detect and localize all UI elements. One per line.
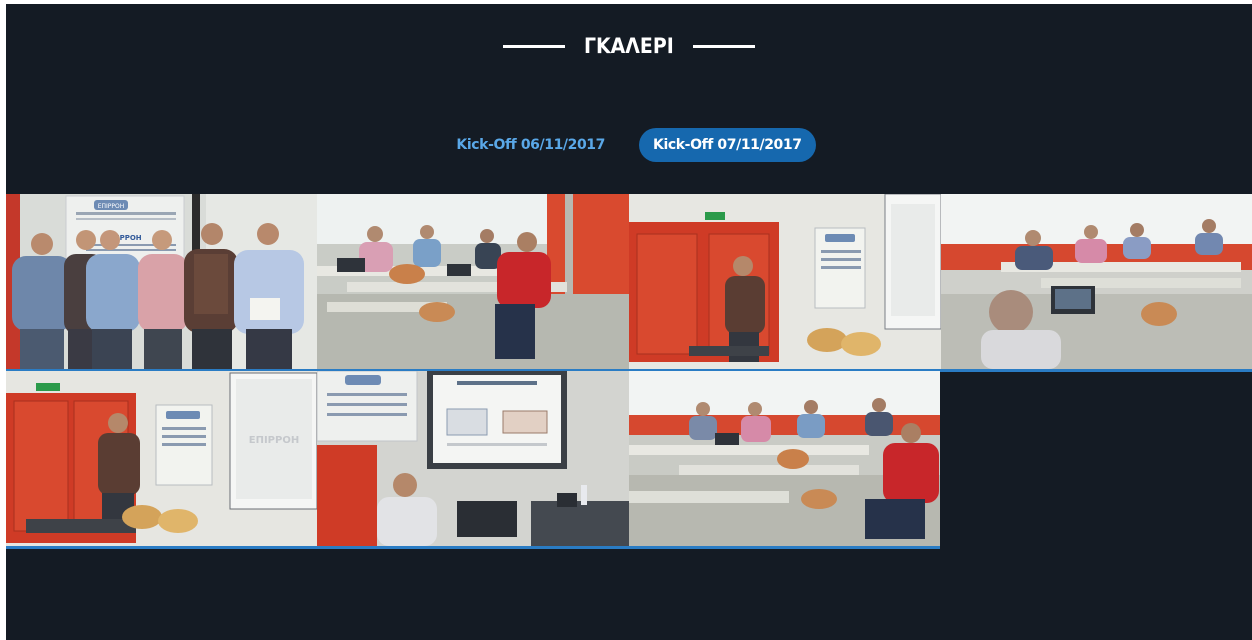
tab-kickoff-06-11-2017[interactable]: Kick-Off 06/11/2017 (442, 128, 619, 162)
svg-text:ΕΠΙΡΡΟΗ: ΕΠΙΡΡΟΗ (98, 203, 125, 210)
photo-row-2: ΕΠΙΡΡΟΗ (6, 371, 940, 549)
gallery-title: ΓΚΑΛΕΡΙ (584, 34, 674, 58)
tab-kickoff-07-11-2017[interactable]: Kick-Off 07/11/2017 (639, 128, 816, 162)
gallery-tabs: Kick-Off 06/11/2017 Kick-Off 07/11/2017 (6, 128, 1252, 162)
photo-presenter-microphone[interactable] (629, 194, 941, 369)
photo-presenter-doors[interactable]: ΕΠΙΡΡΟΗ (6, 371, 317, 546)
photo-presentation-screen[interactable] (317, 371, 629, 546)
photo-row-1: ΕΠΙΡΡΟΗ ΕΠΙΡΡΟΗ (6, 194, 1252, 372)
gallery-section: ΓΚΑΛΕΡΙ Kick-Off 06/11/2017 Kick-Off 07/… (6, 4, 1252, 640)
heading-left-line (503, 44, 566, 48)
photo-participants-laptops[interactable] (941, 194, 1252, 369)
row-2-divider (6, 546, 940, 549)
heading-right-line (692, 44, 755, 48)
photo-group-portrait[interactable]: ΕΠΙΡΡΟΗ ΕΠΙΡΡΟΗ (6, 194, 317, 369)
screen-text: ΕΠΙΡΡΟΗ (249, 435, 299, 446)
photo-seminar-wide[interactable] (629, 371, 940, 546)
gallery-heading: ΓΚΑΛΕΡΙ (6, 34, 1252, 58)
photo-seminar-room[interactable] (317, 194, 629, 369)
